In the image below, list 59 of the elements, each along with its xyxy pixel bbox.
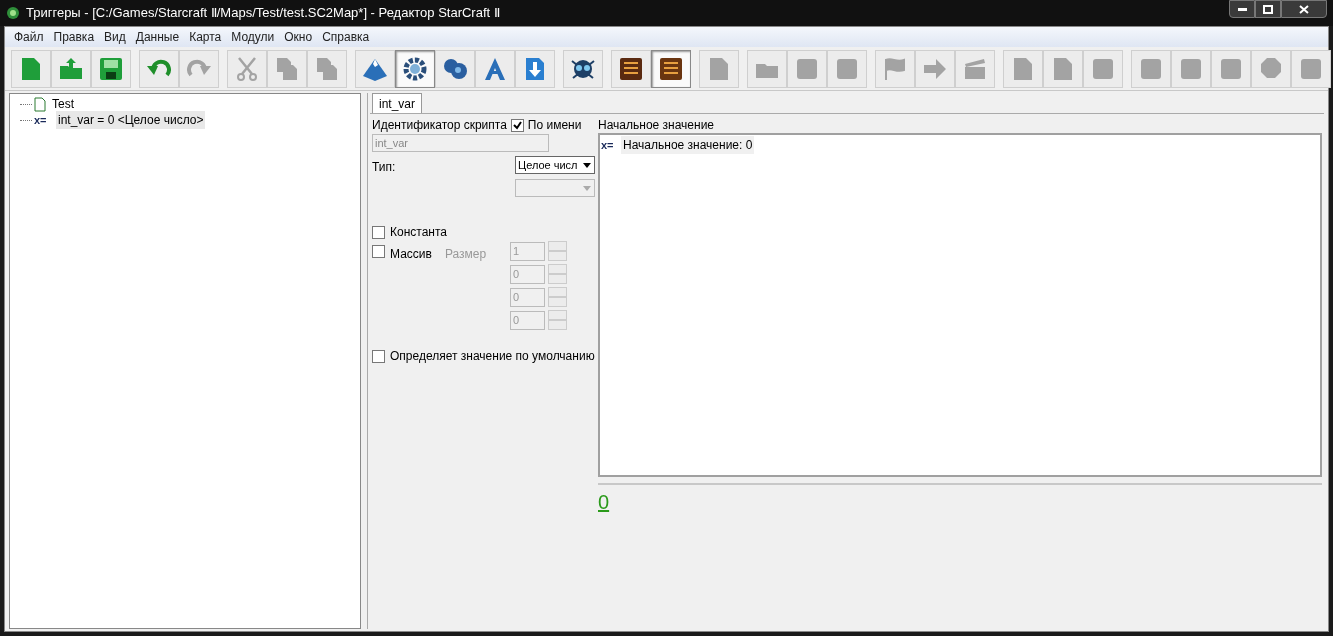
menu-item[interactable]: Окно (279, 28, 318, 46)
spin-down-button[interactable] (548, 320, 567, 330)
spin-down-button[interactable] (548, 297, 567, 307)
section-label: Начальное значение (598, 118, 716, 132)
toolbar-button[interactable] (563, 49, 603, 88)
list-icon (658, 55, 684, 82)
checkbox-label: Массив (390, 246, 432, 263)
spin-up-button[interactable] (548, 310, 567, 320)
tab[interactable]: int_var (372, 93, 423, 113)
type-dropdown[interactable]: Целое числ (515, 156, 595, 174)
close-icon (1299, 4, 1309, 14)
checkbox[interactable] (372, 225, 385, 239)
list-item[interactable]: Начальное значение: 0 (621, 136, 755, 154)
close-button[interactable] (1281, 0, 1327, 18)
toolbar-button[interactable] (91, 49, 131, 88)
toolbar-button[interactable] (651, 49, 691, 88)
tree-item[interactable]: Test (50, 95, 76, 113)
gear-icon (402, 55, 428, 82)
menu-item[interactable]: Модули (226, 28, 280, 46)
spin-down-button[interactable] (548, 251, 567, 261)
menu-item[interactable]: Данные (130, 28, 185, 46)
menu-item[interactable]: Карта (184, 28, 227, 46)
field-label: Идентификатор скрипта (372, 117, 507, 134)
field-label: Тип: (372, 159, 396, 176)
variable-marker: x= (34, 112, 48, 128)
checkbox[interactable] (372, 349, 385, 363)
window-title: Триггеры - [C:/Games/Starcraft Ⅱ/Maps/Test/test.SC2Map*] - Редактор StarCraft Ⅱ (26, 4, 500, 23)
scissors-icon (234, 55, 260, 82)
menu-item[interactable]: Вид (99, 28, 131, 46)
spin-up-button[interactable] (548, 287, 567, 297)
app-icon (6, 6, 20, 20)
dropdown-value: Целое числ (517, 157, 578, 173)
spin-up-button[interactable] (548, 264, 567, 274)
maximize-icon (1263, 4, 1273, 14)
checkbox-label: По имени (527, 117, 582, 134)
flag-icon (882, 55, 908, 82)
checkbox-label: Константа (390, 224, 447, 241)
checkbox-label: Определяет значение по умолчанию (390, 348, 595, 365)
minimize-icon (1237, 7, 1247, 11)
list-icon (618, 55, 644, 82)
check-icon (512, 120, 522, 130)
maximize-button[interactable] (1255, 0, 1281, 18)
pages-icon (314, 55, 340, 82)
document-icon (34, 96, 46, 112)
folder-icon (58, 55, 84, 82)
toolbar-button[interactable] (611, 49, 651, 88)
menu-item[interactable]: Правка (48, 28, 100, 46)
value-preview: 0 (598, 491, 610, 513)
menu-item[interactable]: Файл (9, 28, 49, 46)
spin-down-button[interactable] (548, 274, 567, 284)
menu-item[interactable]: Справка (317, 28, 375, 46)
toolbar-button[interactable] (395, 49, 435, 88)
variable-marker: x= (601, 137, 615, 153)
field-label: Размер (444, 246, 487, 263)
tree-item[interactable]: int_var = 0 <Целое число> (56, 111, 206, 129)
minimize-button[interactable] (1229, 0, 1255, 18)
spin-up-button[interactable] (548, 241, 567, 251)
pages-icon (274, 55, 300, 82)
toolbar-button[interactable] (435, 49, 475, 88)
